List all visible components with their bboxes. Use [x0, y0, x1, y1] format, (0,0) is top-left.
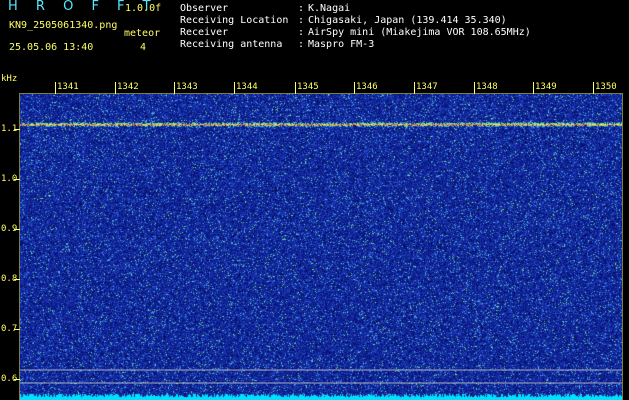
- receiver-colon: :: [298, 27, 305, 38]
- y-tick-label: 0.7: [1, 324, 18, 334]
- location-label: Receiving Location: [180, 15, 289, 26]
- x-tick-label: 1342: [117, 82, 139, 92]
- x-tick-label: 1344: [236, 82, 258, 92]
- x-tick-mark: [414, 82, 415, 94]
- spectrogram-plot: [20, 94, 622, 400]
- antenna-colon: :: [298, 39, 305, 50]
- observer-colon: :: [298, 3, 305, 14]
- x-tick-label: 1347: [416, 82, 438, 92]
- header-panel: H R O F F T 1.0.0f KN9_2505061340.png me…: [0, 0, 629, 72]
- x-tick-label: 1343: [176, 82, 198, 92]
- location-colon: :: [298, 15, 305, 26]
- antenna-value: Maspro FM-3: [308, 39, 375, 50]
- observer-label: Observer: [180, 3, 229, 14]
- mode-value: 4: [140, 42, 147, 53]
- app-version: 1.0.0f: [125, 3, 162, 14]
- x-tick-mark: [354, 82, 355, 94]
- y-tick-label: 0.9: [1, 224, 18, 234]
- location-value: Chigasaki, Japan (139.414 35.340): [308, 15, 507, 26]
- y-axis-unit: kHz: [1, 74, 18, 84]
- x-tick-mark: [234, 82, 235, 94]
- y-tick-label: 0.6: [1, 374, 18, 384]
- antenna-label: Receiving antenna: [180, 39, 283, 50]
- x-tick-mark: [55, 82, 56, 94]
- y-tick-label: 1.0: [1, 174, 18, 184]
- x-tick-label: 1349: [535, 82, 557, 92]
- x-tick-mark: [474, 82, 475, 94]
- receiver-value: AirSpy mini (Miakejima VOR 108.65MHz): [308, 27, 531, 38]
- x-tick-mark: [593, 82, 594, 94]
- x-tick-mark: [174, 82, 175, 94]
- mode-label: meteor: [124, 28, 161, 39]
- x-tick-label: 1341: [57, 82, 79, 92]
- receiver-label: Receiver: [180, 27, 229, 38]
- capture-datetime: 25.05.06 13:40: [9, 42, 94, 53]
- x-tick-label: 1350: [595, 82, 617, 92]
- x-tick-mark: [295, 82, 296, 94]
- file-name: KN9_2505061340.png: [9, 20, 118, 31]
- x-tick-mark: [533, 82, 534, 94]
- x-tick-label: 1345: [297, 82, 319, 92]
- x-tick-label: 1346: [356, 82, 378, 92]
- y-tick-label: 0.8: [1, 274, 18, 284]
- x-tick-mark: [115, 82, 116, 94]
- observer-value: K.Nagai: [308, 3, 351, 14]
- x-tick-label: 1348: [476, 82, 498, 92]
- y-tick-label: 1.1: [1, 124, 18, 134]
